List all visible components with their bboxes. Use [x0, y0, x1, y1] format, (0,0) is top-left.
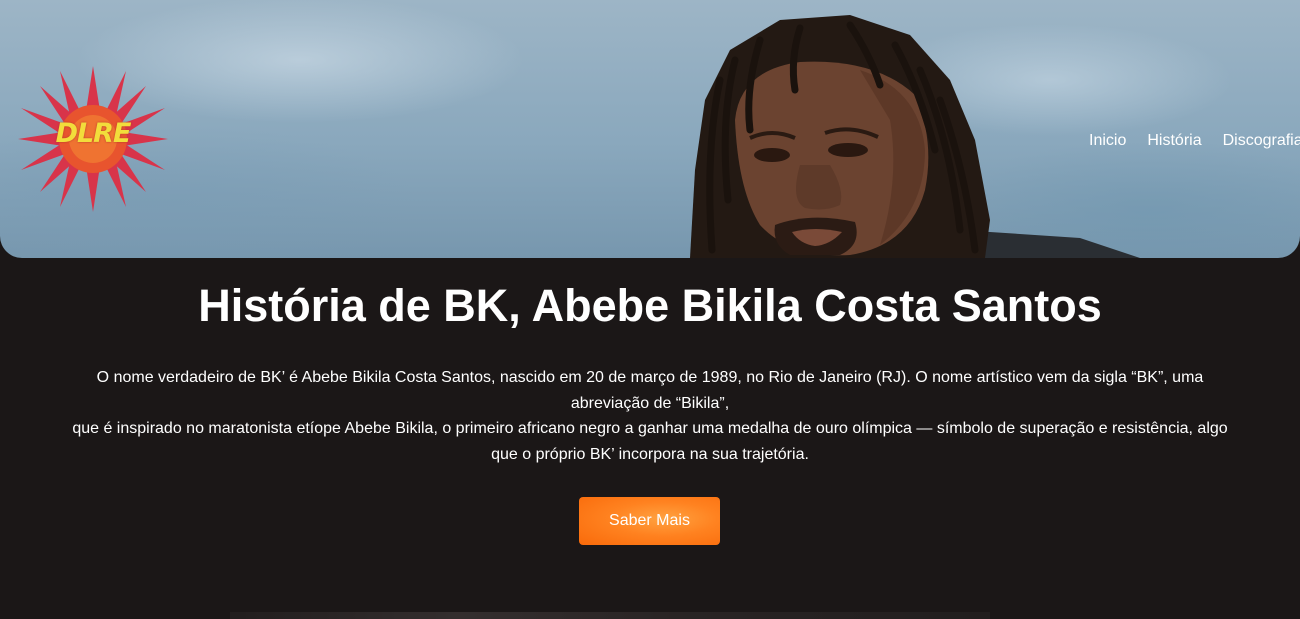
hero-header: DLRE Inicio História Discografia — [0, 0, 1300, 258]
hero-artist-photo — [690, 15, 1140, 258]
nav-item-discografia[interactable]: Discografia — [1223, 132, 1300, 150]
background-image-edge — [230, 612, 990, 619]
bio-line: abreviação de “Bikila”, — [570, 394, 730, 412]
saber-mais-button[interactable]: Saber Mais — [579, 497, 720, 545]
bio-paragraph: O nome verdadeiro de BK’ é Abebe Bikila … — [60, 365, 1240, 467]
bio-line: O nome verdadeiro de BK’ é Abebe Bikila … — [96, 369, 1204, 386]
site-logo[interactable]: DLRE — [18, 66, 168, 212]
page: DLRE Inicio História Discografia Históri… — [0, 0, 1300, 619]
nav-item-inicio[interactable]: Inicio — [1089, 132, 1126, 150]
nav-item-historia[interactable]: História — [1147, 132, 1201, 150]
main-nav: Inicio História Discografia — [1089, 132, 1300, 150]
logo-text: DLRE — [55, 118, 132, 149]
bio-line: que é inspirado no maratonista etíope Ab… — [72, 420, 1228, 437]
page-title: História de BK, Abebe Bikila Costa Santo… — [198, 280, 1102, 331]
bio-line: que o próprio BK’ incorpora na sua traje… — [491, 445, 809, 463]
